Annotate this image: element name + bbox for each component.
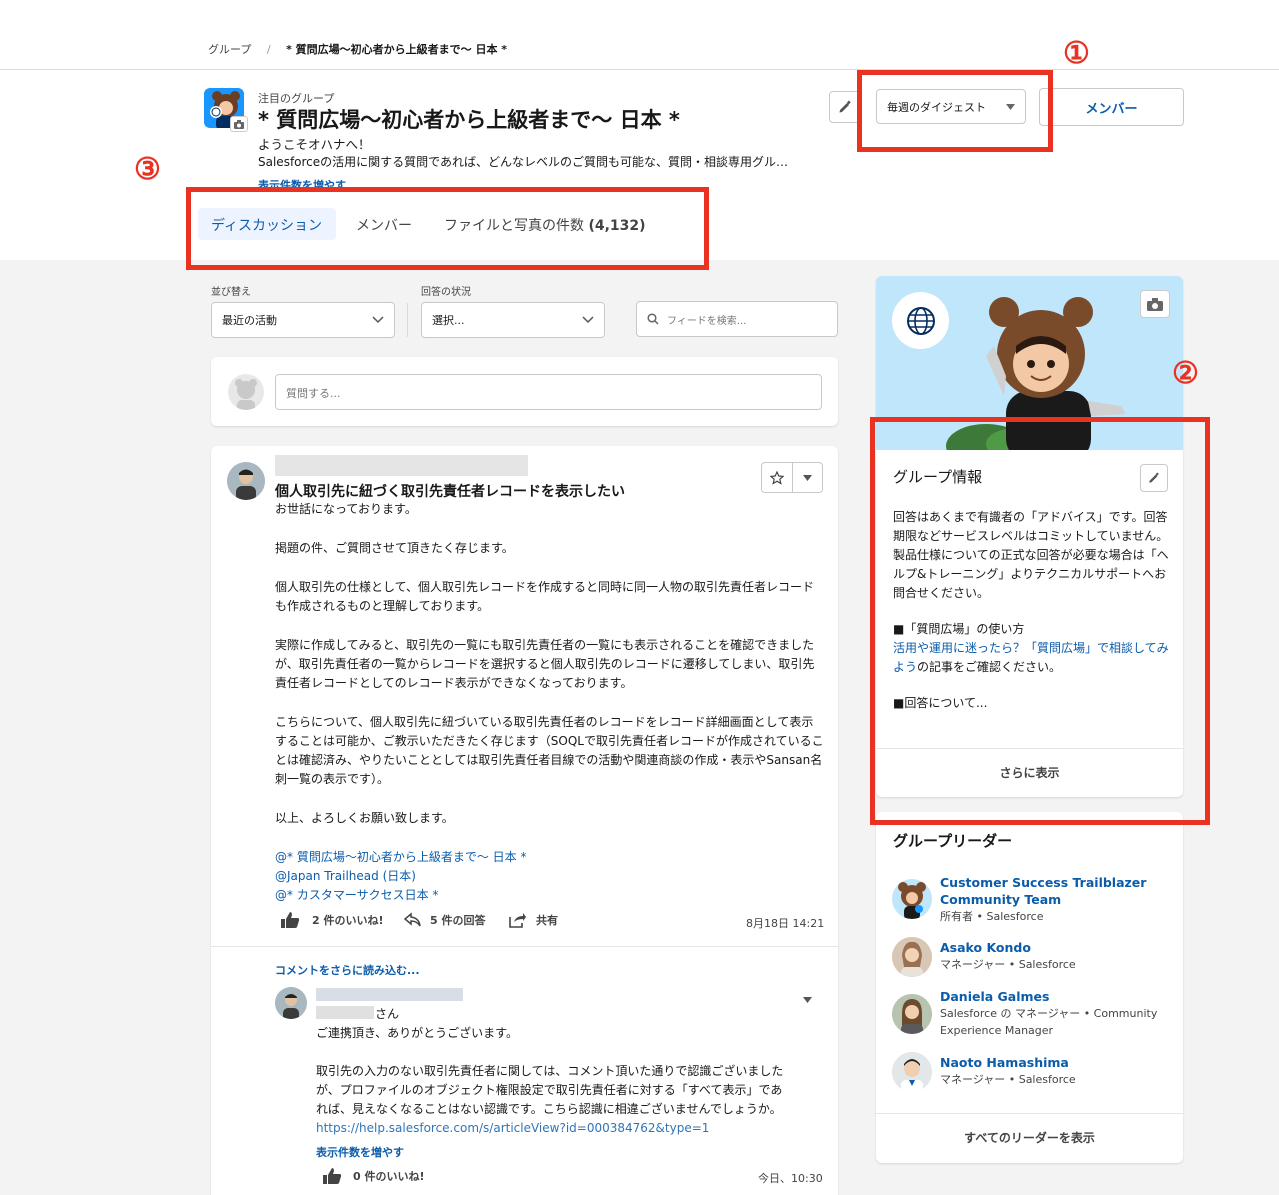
member-button[interactable]: メンバー [1039,88,1184,126]
comment-like-count: 0 件のいいね! [353,1170,425,1183]
post-paragraph: 以上、よろしくお願い致します。 [275,811,454,825]
comment-timestamp[interactable]: 今日、10:30 [758,1170,823,1186]
chevron-down-icon [372,316,384,324]
thumbs-up-icon [323,1168,342,1184]
chevron-down-icon [582,316,594,324]
leader-role: 所有者 • Salesforce [940,910,1044,923]
leader-name[interactable]: Naoto Hamashima [940,1054,1170,1071]
post-paragraph: 個人取引先の仕様として、個人取引先レコードを作成すると同時に同一人物の取引先責任… [275,580,815,613]
leader-role: マネージャー • Salesforce [940,958,1076,971]
annotation-box-2 [870,417,1210,825]
feed-search-placeholder: フィードを検索... [667,315,747,327]
post-actions [761,462,823,493]
user-avatar [228,374,264,410]
mention-link[interactable]: @Japan Trailhead (日本) [275,867,825,886]
welcome-text: ようこそオハナへ！ [258,137,371,152]
breadcrumb-root[interactable]: グループ [208,43,251,56]
post-divider [211,946,838,947]
leader-avatar[interactable] [892,994,932,1034]
leader-role: Salesforce の マネージャー • Community Experien… [940,1007,1158,1037]
status-label: 回答の状況 [421,287,471,298]
favorite-button[interactable] [762,463,793,492]
star-icon [769,470,784,485]
show-all-leaders[interactable]: すべてのリーダーを表示 [876,1129,1183,1146]
commenter-avatar[interactable] [275,987,307,1019]
share-label: 共有 [536,914,558,927]
leader-avatar[interactable] [892,1052,932,1092]
change-photo-icon[interactable] [230,116,248,132]
post-menu-button[interactable] [793,463,823,492]
banner-camera-button[interactable] [1140,290,1170,318]
breadcrumb-current: * 質問広場～初心者から上級者まで～ 日本 * [286,43,508,56]
comment-body: ご連携頂き、ありがとうございます。 取引先の入力のない取引先責任者に関しては、コ… [316,1024,786,1119]
group-leaders-card: グループリーダー Customer Success Trailblazer Co… [876,812,1183,1163]
answers-button[interactable]: 5 件の回答 [404,912,485,928]
group-description: Salesforceの活用に関する質問であれば、どんなレベルのご質問も可能な、質… [258,155,789,169]
reply-icon [404,912,421,927]
annotation-number-2: ② [1172,356,1199,391]
annotation-number-3: ③ [134,152,161,187]
comment-help-link[interactable]: https://help.salesforce.com/s/articleVie… [316,1121,709,1135]
status-select[interactable]: 選択... [421,302,605,338]
redacted-commenter-name [316,988,463,1001]
annotation-box-3 [186,187,709,270]
breadcrumb-separator: / [266,43,271,56]
post-title[interactable]: 個人取引先に紐づく取引先責任者レコードを表示したい [275,481,625,501]
redacted-mention-name [316,1006,374,1019]
comment-like-button[interactable]: 0 件のいいね! [322,1167,425,1185]
question-input[interactable]: 質問する... [275,374,822,410]
post-paragraph: 掲題の件、ご質問させて頂きたく存じます。 [275,541,514,555]
page-title: * 質問広場～初心者から上級者まで～ 日本 * [258,108,680,132]
sort-label: 並び替え [211,287,251,298]
answers-count: 5 件の回答 [430,914,486,927]
filter-divider [407,303,408,337]
leader-item: Naoto Hamashima マネージャー • Salesforce [940,1054,1170,1088]
post-timestamp[interactable]: 8月18日 14:21 [746,915,824,931]
pencil-icon [839,100,851,113]
card-divider [876,1113,1183,1114]
sort-select-value: 最近の活動 [222,314,277,327]
feed-search-input[interactable]: フィードを検索... [636,301,838,337]
post-body: お世話になっております。 掲題の件、ご質問させて頂きたく存じます。 個人取引先の… [275,500,825,905]
question-composer: 質問する... [211,357,838,426]
dropdown-arrow-icon [802,474,812,481]
leader-name[interactable]: Customer Success Trailblazer Community T… [940,874,1170,908]
sort-select[interactable]: 最近の活動 [211,302,395,338]
leader-avatar[interactable] [892,879,932,919]
redacted-author-name [275,455,528,476]
mention-link[interactable]: @* カスタマーサクセス日本 * [275,886,825,905]
comment-paragraph: ご連携頂き、ありがとうございます。 [316,1026,518,1040]
breadcrumb: グループ / * 質問広場～初心者から上級者まで～ 日本 * [208,41,507,57]
annotation-box-1 [857,70,1053,152]
comment-menu-arrow-icon[interactable] [803,997,812,1003]
share-icon [509,913,526,928]
post-author-avatar[interactable] [227,462,265,500]
leader-avatar[interactable] [892,937,932,977]
leader-item: Customer Success Trailblazer Community T… [940,874,1170,925]
post-paragraph: お世話になっております。 [275,502,417,516]
status-select-value: 選択... [432,314,465,327]
leader-name[interactable]: Daniela Galmes [940,988,1170,1005]
post-paragraph: 実際に作成してみると、取引先の一覧にも取引先責任者の一覧にも表示されることを確認… [275,638,815,690]
leader-role: マネージャー • Salesforce [940,1073,1076,1086]
camera-icon [1147,297,1163,311]
thumbs-up-icon [281,912,300,928]
leader-name[interactable]: Asako Kondo [940,939,1170,956]
post-paragraph: こちらについて、個人取引先に紐づいている取引先責任者のレコードをレコード詳細画面… [275,715,824,786]
share-button[interactable]: 共有 [507,911,558,929]
comment-paragraph: 取引先の入力のない取引先責任者に関しては、コメント頂いた通りで認識ございましたが… [316,1064,784,1116]
annotation-number-1: ① [1063,36,1090,71]
load-more-comments[interactable]: コメントをさらに読み込む... [275,962,420,978]
leader-item: Daniela Galmes Salesforce の マネージャー • Com… [940,988,1170,1039]
mention-link[interactable]: @* 質問広場～初心者から上級者まで～ 日本 * [275,848,825,867]
comment-show-more[interactable]: 表示件数を増やす [316,1144,404,1160]
search-icon [647,313,659,325]
leader-item: Asako Kondo マネージャー • Salesforce [940,939,1170,973]
globe-icon [892,292,949,349]
salutation-suffix: さん [375,1007,400,1021]
group-leaders-title: グループリーダー [893,832,1013,850]
like-button[interactable]: 2 件のいいね! [280,911,384,929]
like-count: 2 件のいいね! [312,914,384,927]
